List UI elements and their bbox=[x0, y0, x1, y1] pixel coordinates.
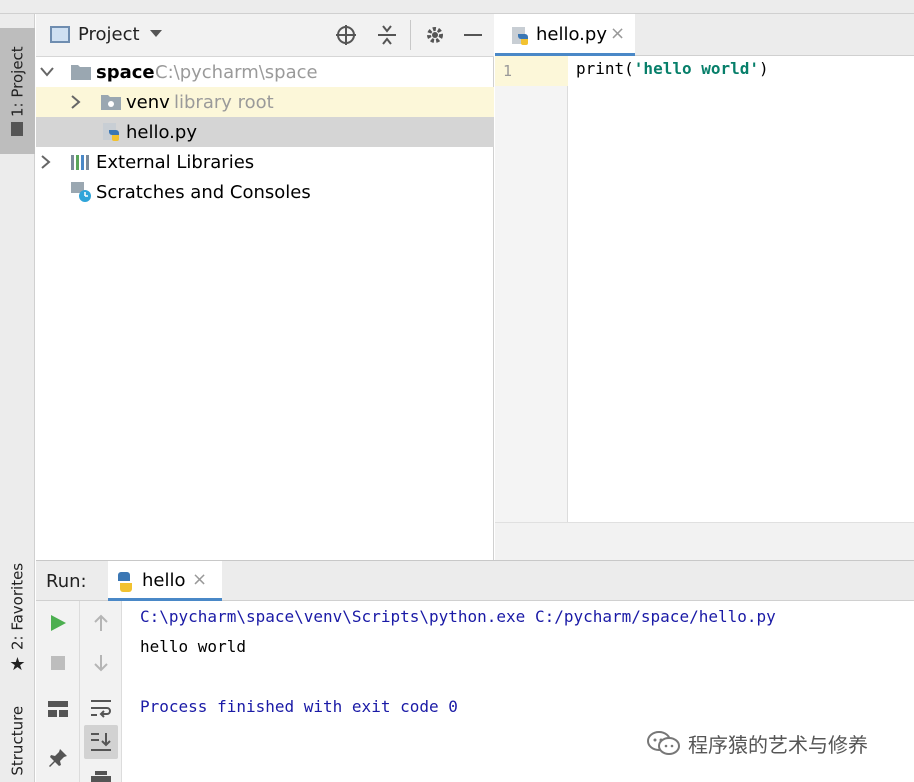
arrow-down-icon[interactable] bbox=[91, 653, 111, 673]
chevron-down-icon[interactable] bbox=[150, 30, 162, 37]
library-icon bbox=[71, 155, 89, 170]
tree-item-label: space bbox=[96, 61, 155, 83]
editor-area: hello.py × 1 print('hello world') bbox=[495, 14, 914, 560]
scroll-to-end-icon bbox=[91, 733, 111, 751]
line-gutter bbox=[495, 56, 568, 522]
stop-icon[interactable] bbox=[48, 653, 68, 673]
watermark-text: 程序猿的艺术与修养 bbox=[688, 732, 868, 757]
tool-tab-structure-label: 7: Structure bbox=[8, 705, 27, 782]
print-icon[interactable] bbox=[90, 771, 112, 782]
navigation-bar bbox=[0, 0, 914, 14]
tool-tab-project[interactable]: 1: Project bbox=[0, 28, 35, 154]
header-divider bbox=[410, 20, 411, 50]
scratches-icon bbox=[71, 182, 91, 202]
python-icon bbox=[118, 572, 132, 592]
folder-icon bbox=[71, 65, 91, 80]
soft-wrap-icon[interactable] bbox=[89, 697, 113, 719]
tool-tab-favorites[interactable]: ★ 2: Favorites bbox=[0, 554, 35, 684]
project-view-icon bbox=[50, 26, 70, 43]
star-icon: ★ bbox=[7, 654, 28, 676]
pin-icon[interactable] bbox=[47, 747, 69, 769]
run-tab-hello[interactable]: hello × bbox=[108, 561, 222, 601]
locate-icon[interactable] bbox=[335, 24, 357, 46]
tree-item-label: Scratches and Consoles bbox=[96, 181, 311, 203]
tree-item-path: C:\pycharm\space bbox=[155, 61, 318, 83]
run-panel-header: Run: hello × bbox=[36, 561, 914, 601]
tree-item-hello-py[interactable]: hello.py bbox=[36, 117, 494, 147]
scroll-to-end-button[interactable] bbox=[84, 725, 118, 759]
run-toolbar-primary bbox=[36, 601, 80, 782]
chevron-down-icon[interactable] bbox=[40, 66, 54, 78]
tree-item-external-libraries[interactable]: External Libraries bbox=[36, 147, 494, 177]
collapse-all-icon[interactable] bbox=[376, 24, 398, 46]
code-string: 'hello world' bbox=[633, 59, 760, 78]
console-exit-status: Process finished with exit code 0 bbox=[140, 697, 458, 716]
tree-item-space[interactable]: space C:\pycharm\space bbox=[36, 57, 494, 87]
chevron-right-icon[interactable] bbox=[40, 155, 52, 169]
close-icon[interactable]: × bbox=[192, 569, 207, 590]
chat-bubble-icon bbox=[647, 731, 680, 755]
console-command: C:\pycharm\space\venv\Scripts\python.exe… bbox=[140, 607, 776, 626]
chevron-right-icon[interactable] bbox=[70, 95, 82, 109]
tree-item-scratches[interactable]: Scratches and Consoles bbox=[36, 177, 494, 207]
code-func: print( bbox=[576, 59, 634, 78]
tree-item-label: External Libraries bbox=[96, 151, 255, 173]
layout-icon[interactable] bbox=[46, 699, 70, 719]
run-tab-label: hello bbox=[142, 570, 186, 591]
console-output: hello world bbox=[140, 637, 246, 656]
run-label: Run: bbox=[46, 571, 87, 592]
python-file-icon bbox=[103, 123, 119, 141]
editor-tab-label: hello.py bbox=[536, 24, 607, 45]
python-file-icon bbox=[512, 27, 528, 45]
watermark: 程序猿的艺术与修养 bbox=[646, 726, 868, 760]
close-icon[interactable]: × bbox=[610, 23, 625, 44]
project-view-selector[interactable]: Project bbox=[78, 24, 140, 45]
editor-tab-bar: hello.py × bbox=[495, 14, 914, 56]
rerun-icon[interactable] bbox=[48, 613, 68, 633]
run-toolbar-secondary bbox=[80, 601, 122, 782]
tool-tab-project-label: 1: Project bbox=[8, 46, 27, 118]
editor-breadcrumb-bar bbox=[495, 522, 914, 560]
tree-item-hint: library root bbox=[174, 91, 274, 113]
project-panel-header: Project bbox=[36, 14, 494, 57]
gear-icon[interactable] bbox=[424, 24, 446, 46]
tree-item-label: hello.py bbox=[126, 121, 197, 143]
tree-item-venv[interactable]: venv library root bbox=[36, 87, 494, 117]
minimize-icon[interactable] bbox=[462, 24, 484, 46]
code-line[interactable]: print('hello world') bbox=[576, 59, 769, 78]
tool-tab-favorites-label: 2: Favorites bbox=[8, 562, 27, 651]
tool-tab-structure[interactable]: 7: Structure bbox=[0, 704, 35, 782]
line-number: 1 bbox=[503, 62, 513, 80]
arrow-up-icon[interactable] bbox=[91, 613, 111, 633]
tree-item-label: venv bbox=[126, 91, 170, 113]
folder-icon bbox=[11, 122, 24, 137]
folder-icon bbox=[101, 95, 121, 110]
code-close: ) bbox=[759, 59, 769, 78]
project-panel: Project space C:\pycharm\space venv libr… bbox=[36, 14, 494, 560]
editor-tab-hello-py[interactable]: hello.py × bbox=[495, 14, 635, 56]
left-tool-strip: 1: Project ★ 2: Favorites 7: Structure bbox=[0, 14, 35, 782]
